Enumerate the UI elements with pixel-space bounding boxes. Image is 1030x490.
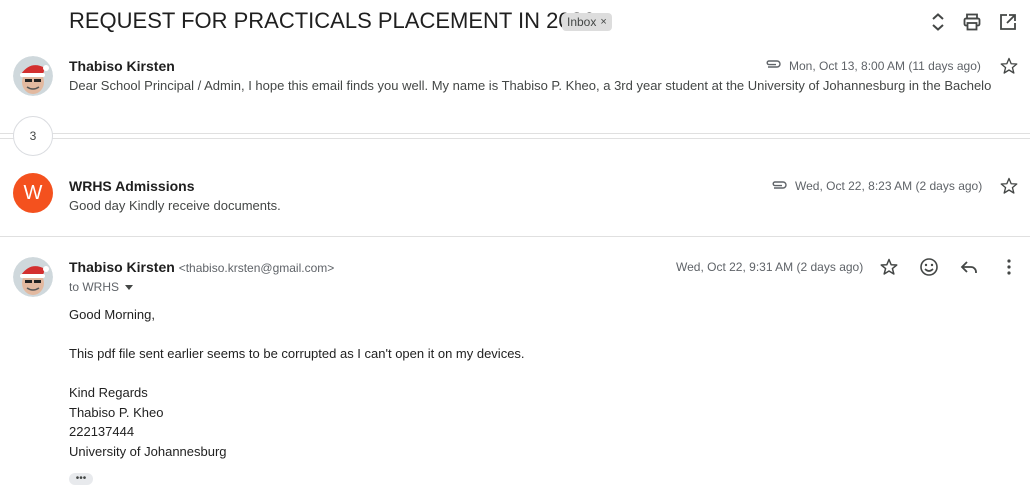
avatar xyxy=(13,257,53,297)
inbox-label-chip[interactable]: Inbox × xyxy=(562,13,612,31)
open-in-new-icon[interactable] xyxy=(998,12,1018,32)
message-snippet: Dear School Principal / Admin, I hope th… xyxy=(69,78,991,93)
remove-label-icon[interactable]: × xyxy=(600,13,606,31)
sender-header: Thabiso Kirsten <thabiso.krsten@gmail.co… xyxy=(69,259,334,275)
thread-subject: REQUEST FOR PRACTICALS PLACEMENT IN 2026 xyxy=(69,8,596,33)
body-paragraph: This pdf file sent earlier seems to be c… xyxy=(69,346,525,361)
star-outline-icon[interactable] xyxy=(999,56,1019,76)
reply-icon[interactable] xyxy=(959,257,979,277)
print-icon[interactable] xyxy=(962,12,982,32)
recipients-toggle[interactable]: to WRHS xyxy=(69,280,134,294)
body-signoff: Kind Regards xyxy=(69,385,148,400)
collapsed-messages-count[interactable]: 3 xyxy=(13,116,53,156)
signature-student-number: 222137444 xyxy=(69,424,135,439)
body-greeting: Good Morning, xyxy=(69,307,155,322)
santa-hat-avatar-icon xyxy=(13,257,53,297)
signature-name: Thabiso P. Kheo xyxy=(69,405,164,420)
emoji-reaction-icon[interactable] xyxy=(919,257,939,277)
recipients-label: to WRHS xyxy=(69,280,120,294)
message-date: Wed, Oct 22, 8:23 AM (2 days ago) xyxy=(795,179,983,193)
thread-header: REQUEST FOR PRACTICALS PLACEMENT IN 2026… xyxy=(0,0,1030,44)
message-snippet: Good day Kindly receive documents. xyxy=(69,198,281,213)
sender-name: Thabiso Kirsten xyxy=(69,259,175,275)
star-outline-icon[interactable] xyxy=(999,176,1019,196)
message-divider xyxy=(0,236,1030,237)
message-collapsed-1[interactable]: Thabiso Kirsten Mon, Oct 13, 8:00 AM (11… xyxy=(0,44,1030,116)
avatar xyxy=(13,56,53,96)
star-outline-icon[interactable] xyxy=(879,257,899,277)
unfold-icon[interactable] xyxy=(928,12,948,32)
signature-university: University of Johannesburg xyxy=(69,444,227,459)
santa-hat-avatar-icon xyxy=(13,56,53,96)
sender-email: <thabiso.krsten@gmail.com> xyxy=(178,261,335,275)
sender-name: WRHS Admissions xyxy=(69,178,195,194)
show-trimmed-content-button[interactable]: ••• xyxy=(69,473,93,485)
message-date: Wed, Oct 22, 9:31 AM (2 days ago) xyxy=(676,260,864,274)
sender-name: Thabiso Kirsten xyxy=(69,58,175,74)
more-vert-icon[interactable] xyxy=(999,257,1019,277)
chevron-down-icon xyxy=(125,284,134,290)
message-date: Mon, Oct 13, 8:00 AM (11 days ago) xyxy=(789,59,981,73)
paperclip-icon xyxy=(772,181,787,189)
collapsed-divider xyxy=(0,133,1030,134)
paperclip-icon xyxy=(766,60,781,68)
message-collapsed-2[interactable]: W WRHS Admissions Wed, Oct 22, 8:23 AM (… xyxy=(0,164,1030,236)
inbox-label-text: Inbox xyxy=(567,15,597,29)
avatar: W xyxy=(13,173,53,213)
collapsed-divider xyxy=(0,138,1030,139)
